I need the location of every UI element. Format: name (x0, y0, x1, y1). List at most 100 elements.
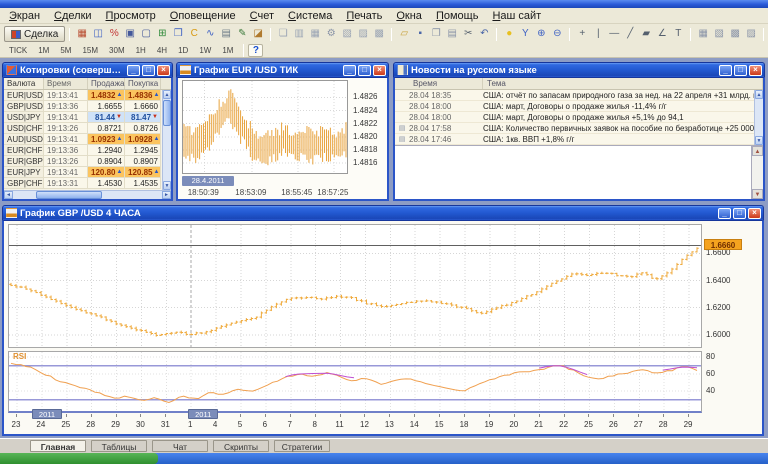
news-vertical-scrollbar[interactable]: ▲▼ (754, 90, 763, 145)
vertical-line-icon[interactable]: | (591, 27, 605, 42)
quote-sell[interactable]: 1.6655 (88, 101, 125, 112)
menu-item-5[interactable]: Система (281, 9, 339, 23)
menu-item-4[interactable]: Счет (243, 9, 281, 23)
restore-all-icon[interactable]: ▨ (356, 27, 370, 42)
help-icon[interactable]: ? (248, 44, 263, 57)
scroll-thumb[interactable] (36, 191, 102, 199)
quotes-book-icon[interactable]: ❒ (171, 27, 185, 42)
quote-buy[interactable]: 0.8907 (125, 156, 161, 167)
quote-buy[interactable]: 0.8726 (125, 123, 161, 134)
quote-sell[interactable]: 1.4832▲ (88, 90, 125, 101)
quotes-column-header[interactable]: Валюта (4, 78, 44, 89)
zoom-out-icon[interactable]: ⊖ (550, 27, 564, 42)
maximize-button[interactable]: □ (142, 65, 155, 76)
scroll-down-icon[interactable]: ▼ (755, 136, 763, 145)
quote-sell[interactable]: 0.8904 (88, 156, 125, 167)
timeframe-1w-8[interactable]: 1W (194, 45, 216, 56)
price-pane[interactable] (8, 224, 702, 348)
taskbar-start-fragment[interactable] (0, 453, 158, 464)
quote-row[interactable]: EUR|GBP19:13:260.89040.8907 (4, 156, 171, 167)
small-window-icon[interactable]: ▢ (139, 27, 153, 42)
quote-row[interactable]: EUR|USD19:13:411.4832▲1.4836▲ (4, 90, 171, 101)
arrange-icons-icon[interactable]: ▧ (340, 27, 354, 42)
minimize-button[interactable]: _ (719, 65, 732, 76)
undo-icon[interactable]: ↶ (477, 27, 491, 42)
order-window-icon[interactable]: ▣ (123, 27, 137, 42)
rsi-canvas[interactable] (9, 352, 701, 410)
timeframe-5m-2[interactable]: 5M (55, 45, 76, 56)
quote-row[interactable]: GBP|USD19:13:361.66551.6660 (4, 101, 171, 112)
close-button[interactable]: × (748, 208, 761, 219)
paste-icon[interactable]: ▤ (445, 27, 459, 42)
tab-3[interactable]: Скрипты (213, 440, 269, 452)
os-window-titlebar[interactable] (0, 0, 768, 8)
scroll-up-icon[interactable]: ▲ (752, 146, 763, 156)
news-preview-scrollbar[interactable]: ▲ ▼ (751, 146, 763, 199)
quote-buy[interactable]: 1.4836▲ (125, 90, 161, 101)
timeframe-4h-6[interactable]: 4H (152, 45, 172, 56)
quote-sell[interactable]: 1.0923▲ (88, 134, 125, 145)
scroll-down-icon[interactable]: ▼ (163, 181, 171, 190)
close-button[interactable]: × (157, 65, 170, 76)
menu-item-2[interactable]: Просмотр (99, 9, 163, 23)
cascade-windows-icon[interactable]: ❏ (276, 27, 290, 42)
quote-sell[interactable]: 0.8721 (88, 123, 125, 134)
lamp-icon[interactable]: ● (502, 27, 516, 42)
minimize-button[interactable]: _ (343, 65, 356, 76)
quote-buy[interactable]: 1.0928▲ (125, 134, 161, 145)
text-tool-icon[interactable]: T (671, 27, 685, 42)
quote-buy[interactable]: 81.47▼ (125, 112, 161, 123)
minimize-button[interactable]: _ (718, 208, 731, 219)
tile-vertical-icon[interactable]: ▦ (308, 27, 322, 42)
quote-buy[interactable]: 1.6660 (125, 101, 161, 112)
close-all-icon[interactable]: ▩ (372, 27, 386, 42)
quotes-column-header[interactable]: Покупка (125, 78, 161, 89)
tile-horizontal-icon[interactable]: ▥ (292, 27, 306, 42)
minimize-button[interactable]: _ (127, 65, 140, 76)
rsi-pane[interactable] (8, 351, 702, 413)
timeframe-1m-9[interactable]: 1M (217, 45, 238, 56)
main-chart-window-titlebar[interactable]: График GBP /USD 4 ЧАСА _□× (2, 205, 764, 220)
news-row[interactable]: ▤28.04 17:58США: Количество первичных за… (395, 123, 763, 134)
quote-row[interactable]: EUR|JPY19:13:41120.80▲120.85▲ (4, 167, 171, 178)
timeframe-30m-4[interactable]: 30M (104, 45, 130, 56)
crosshair-icon[interactable]: + (575, 27, 589, 42)
maximize-button[interactable]: □ (734, 65, 747, 76)
news-row[interactable]: 28.04 18:00США: март, Договоры о продаже… (395, 101, 763, 112)
price-chart-canvas[interactable] (9, 225, 701, 347)
maximize-button[interactable]: □ (733, 208, 746, 219)
settings-gear-icon[interactable]: ⚙ (324, 27, 338, 42)
quote-row[interactable]: USD|CHF19:13:260.87210.8726 (4, 123, 171, 134)
timeframe-1d-7[interactable]: 1D (173, 45, 193, 56)
filter-icon[interactable]: Y (518, 27, 532, 42)
news-row[interactable]: 28.04 18:35США: отчёт по запасам природн… (395, 90, 763, 101)
quote-buy[interactable]: 1.4535 (125, 178, 161, 189)
horizontal-line-icon[interactable]: — (607, 27, 621, 42)
quote-sell[interactable]: 1.2940 (88, 145, 125, 156)
tick-chart-canvas[interactable] (183, 81, 347, 173)
quote-row[interactable]: USD|JPY19:13:4181.44▼81.47▼ (4, 112, 171, 123)
menu-item-9[interactable]: Наш сайт (485, 9, 548, 23)
new-chart-icon[interactable]: ▦ (75, 27, 89, 42)
channel-icon[interactable]: ▰ (639, 27, 653, 42)
quotes-vertical-scrollbar[interactable]: ▲▼ (162, 90, 171, 190)
tick-chart-plot[interactable] (182, 80, 348, 174)
quote-buy[interactable]: 120.85▲ (125, 167, 161, 178)
zoom-in-icon[interactable]: ⊕ (534, 27, 548, 42)
quote-buy[interactable]: 1.2945 (125, 145, 161, 156)
news-window-titlebar[interactable]: Новости на русском языке _□× (393, 62, 765, 77)
tick-chart-window-titlebar[interactable]: График EUR /USD ТИК _□× (176, 62, 389, 77)
scroll-right-icon[interactable]: ► (162, 191, 171, 199)
news-row[interactable]: ▤28.04 17:46США: 1кв. ВВП +1,8% г/г (395, 134, 763, 145)
tab-4[interactable]: Стратегии (274, 440, 330, 452)
chart-snapshot-icon[interactable]: ◫ (91, 27, 105, 42)
quote-sell[interactable]: 1.4530 (88, 178, 125, 189)
quote-sell[interactable]: 120.80▲ (88, 167, 125, 178)
delete-all-objects-icon[interactable]: ▨ (744, 27, 758, 42)
news-column-time[interactable]: Время (395, 78, 483, 89)
maximize-button[interactable]: □ (358, 65, 371, 76)
quotes-horizontal-scrollbar[interactable]: ◄ ► (4, 190, 171, 199)
open-folder-icon[interactable]: ▱ (397, 27, 411, 42)
quote-row[interactable]: GBP|CHF19:13:311.45301.4535 (4, 178, 171, 189)
indicators-icon[interactable]: % (107, 27, 121, 42)
